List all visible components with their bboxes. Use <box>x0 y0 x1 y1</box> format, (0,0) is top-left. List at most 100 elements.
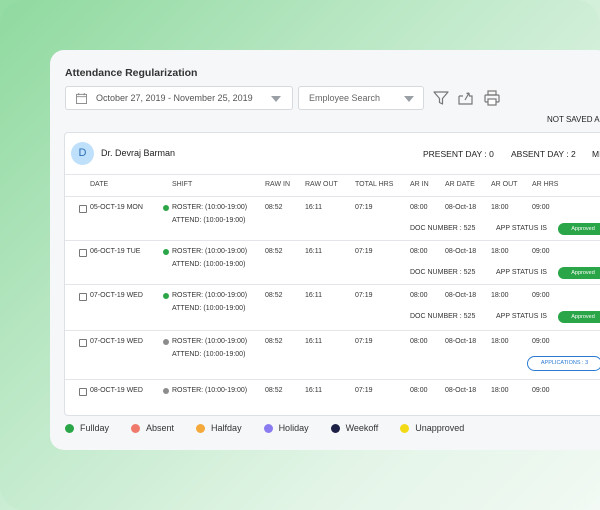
attend-shift: ATTEND: (10:00-19:00) <box>172 351 246 358</box>
raw-in: 08:52 <box>265 338 283 345</box>
present-day-count: PRESENT DAY : 0 <box>423 149 494 159</box>
row-checkbox[interactable] <box>79 249 87 257</box>
legend-label: Halfday <box>211 423 242 433</box>
column-header-8: AR HRS <box>532 181 559 188</box>
doc-number: DOC NUMBER : 525 <box>410 269 476 276</box>
legend-dot <box>263 423 273 433</box>
total-hrs: 07:19 <box>355 204 373 211</box>
legend-label: Fullday <box>80 423 110 433</box>
ar-out: 18:00 <box>491 248 509 255</box>
roster-shift: ROSTER: (10:00-19:00) <box>172 292 248 299</box>
attend-shift: ATTEND: (10:00-19:00) <box>172 305 246 312</box>
legend-dot <box>330 423 340 433</box>
legend-dot <box>400 423 410 433</box>
app-status-label: APP STATUS IS <box>496 313 547 320</box>
column-header-1: SHIFT <box>172 181 193 188</box>
status-dot <box>163 205 169 211</box>
chevron-down-icon <box>404 96 414 102</box>
roster-shift: ROSTER: (10:00-19:00) <box>172 248 248 255</box>
more-stat: MI <box>592 149 600 159</box>
legend-label: Absent <box>146 423 175 433</box>
calendar-icon <box>76 92 87 104</box>
column-header-5: AR IN <box>410 181 429 188</box>
table-row: 07-OCT-19 WED ROSTER: (10:00-19:00) ATTEND… <box>65 285 600 331</box>
raw-out: 16:11 <box>305 248 322 255</box>
ar-hrs: 09:00 <box>532 204 550 211</box>
print-icon[interactable] <box>483 89 501 107</box>
row-date: 07-OCT-19 WED <box>90 338 143 345</box>
legend-item-halfday: Halfday <box>196 423 242 433</box>
legend-dot <box>196 423 206 433</box>
status-dot <box>163 388 169 394</box>
row-checkbox[interactable] <box>79 293 87 301</box>
attend-shift: ATTEND: (10:00-19:00) <box>172 261 246 268</box>
status-dot <box>163 249 169 255</box>
table-row: 07-OCT-19 WED ROSTER: (10:00-19:00) ATTEND… <box>65 331 600 380</box>
employee-header: D Dr. Devraj Barman PRESENT DAY : 0 ABSE… <box>65 133 600 175</box>
row-checkbox[interactable] <box>79 339 87 347</box>
attend-shift: ATTEND: (10:00-19:00) <box>172 217 246 224</box>
legend-item-weekoff: Weekoff <box>330 423 379 433</box>
row-date: 07-OCT-19 WED <box>90 292 143 299</box>
page-title: Attendance Regularization <box>65 67 198 79</box>
table-row: 08-OCT-19 WED ROSTER: (10:00-19:00) 08:52 1… <box>65 380 600 417</box>
legend-item-fullday: Fullday <box>65 423 109 433</box>
legend-label: Unapproved <box>415 423 465 433</box>
table-row: 06-OCT-19 TUE ROSTER: (10:00-19:00) ATTEND… <box>65 241 600 285</box>
ar-in: 08:00 <box>410 292 428 299</box>
row-checkbox[interactable] <box>79 205 87 213</box>
roster-shift: ROSTER: (10:00-19:00) <box>172 204 248 211</box>
ar-out: 18:00 <box>491 204 509 211</box>
legend-item-absent: Absent <box>131 423 174 433</box>
attendance-panel: D Dr. Devraj Barman PRESENT DAY : 0 ABSE… <box>64 132 600 416</box>
applications-button[interactable]: APPLICATIONS : 3 <box>527 356 600 371</box>
date-range-picker[interactable]: October 27, 2019 - November 25, 2019 <box>65 86 293 110</box>
ar-in: 08:00 <box>410 204 428 211</box>
ar-in: 08:00 <box>410 248 428 255</box>
total-hrs: 07:19 <box>355 292 373 299</box>
doc-number: DOC NUMBER : 525 <box>410 313 476 320</box>
date-range-value: October 27, 2019 - November 25, 2019 <box>96 93 253 103</box>
avatar: D <box>71 142 94 165</box>
export-icon[interactable] <box>457 89 475 107</box>
column-header-3: RAW OUT <box>305 181 338 188</box>
app-status-label: APP STATUS IS <box>496 269 547 276</box>
ar-hrs: 09:00 <box>532 292 550 299</box>
legend-label: Holiday <box>278 423 309 433</box>
column-header-2: RAW IN <box>265 181 291 188</box>
total-hrs: 07:19 <box>355 387 373 394</box>
ar-hrs: 09:00 <box>532 387 550 394</box>
employee-name: Dr. Devraj Barman <box>101 148 176 158</box>
ar-in: 08:00 <box>410 387 428 394</box>
status-dot <box>163 293 169 299</box>
employee-search-select[interactable]: Employee Search <box>298 86 424 110</box>
ar-date: 08-Oct-18 <box>445 387 477 394</box>
column-header-7: AR OUT <box>491 181 518 188</box>
app-status-label: APP STATUS IS <box>496 225 547 232</box>
status-dot <box>163 339 169 345</box>
row-checkbox[interactable] <box>79 388 87 396</box>
ar-out: 18:00 <box>491 338 509 345</box>
roster-shift: ROSTER: (10:00-19:00) <box>172 387 248 394</box>
ar-out: 18:00 <box>491 387 509 394</box>
total-hrs: 07:19 <box>355 338 373 345</box>
raw-out: 16:11 <box>305 292 322 299</box>
row-date: 06-OCT-19 TUE <box>90 248 141 255</box>
total-hrs: 07:19 <box>355 248 373 255</box>
row-date: 05-OCT-19 MON <box>90 204 143 211</box>
raw-in: 08:52 <box>265 248 283 255</box>
ar-hrs: 09:00 <box>532 338 550 345</box>
ar-date: 08-Oct-18 <box>445 248 477 255</box>
row-date: 08-OCT-19 WED <box>90 387 143 394</box>
chevron-down-icon <box>271 96 281 102</box>
legend-dot <box>65 423 74 433</box>
filter-icon[interactable] <box>432 89 450 107</box>
roster-shift: ROSTER: (10:00-19:00) <box>172 338 248 345</box>
column-header-6: AR DATE <box>445 181 475 188</box>
raw-out: 16:11 <box>305 387 322 394</box>
legend-label: Weekoff <box>345 423 379 433</box>
ar-date: 08-Oct-18 <box>445 338 477 345</box>
status-badge: Approved <box>558 267 600 279</box>
employee-search-placeholder: Employee Search <box>309 93 381 103</box>
raw-in: 08:52 <box>265 292 283 299</box>
